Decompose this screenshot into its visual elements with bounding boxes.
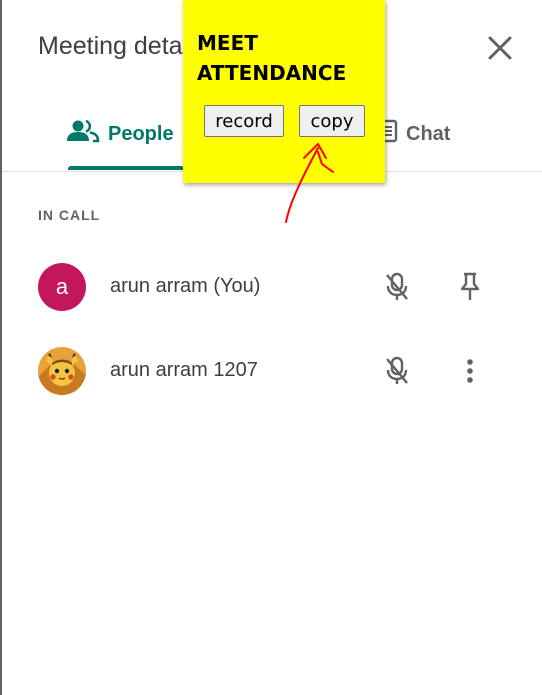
- participant-name: arun arram (You): [110, 275, 261, 297]
- pin-icon: [460, 272, 480, 300]
- mic-status-button[interactable]: [379, 353, 415, 389]
- mic-off-icon: [386, 356, 408, 384]
- avatar: [38, 347, 86, 395]
- tab-chat[interactable]: Chat: [378, 112, 450, 156]
- panel-title: Meeting details: [38, 32, 207, 60]
- close-icon: [488, 36, 512, 60]
- tab-people-label: People: [108, 122, 174, 145]
- close-button[interactable]: [484, 32, 516, 64]
- pikachu-avatar-image: [38, 347, 86, 395]
- red-arrow-icon: [285, 143, 334, 223]
- participant-row: a arun arram (You): [2, 255, 542, 319]
- mic-off-icon: [386, 272, 408, 300]
- popup-title: MEET ATTENDANCE: [197, 31, 347, 85]
- active-tab-indicator: [68, 166, 184, 170]
- pin-button[interactable]: [452, 269, 488, 305]
- in-call-heading: IN CALL: [38, 207, 101, 223]
- people-icon: [66, 119, 100, 149]
- tab-chat-label: Chat: [406, 122, 451, 145]
- tab-people[interactable]: People: [66, 112, 174, 156]
- more-options-button[interactable]: [452, 353, 488, 389]
- avatar: a: [38, 263, 86, 311]
- mic-status-button[interactable]: [379, 269, 415, 305]
- participant-row: arun arram 1207: [2, 339, 542, 403]
- more-vert-icon: [467, 359, 473, 383]
- participant-name: arun arram 1207: [110, 359, 258, 381]
- avatar-letter: a: [55, 274, 69, 299]
